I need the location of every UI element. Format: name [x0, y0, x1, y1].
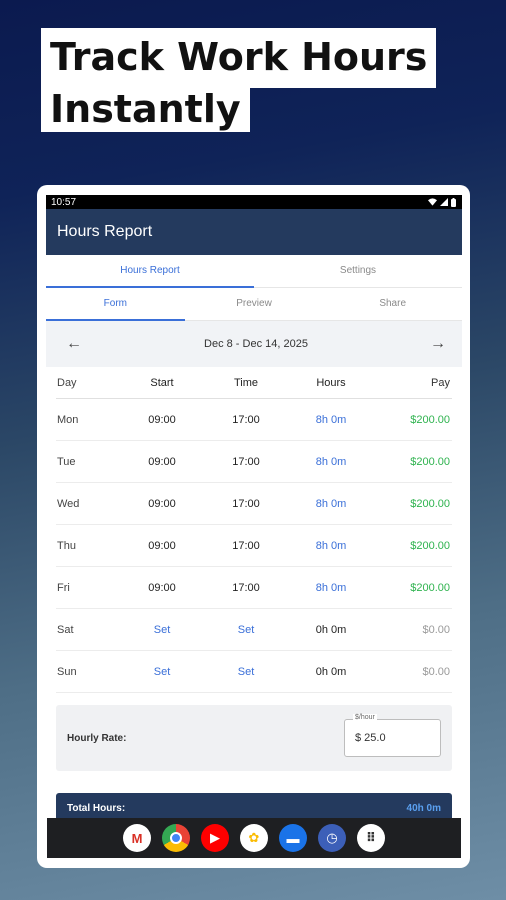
start-time-cell[interactable]: 09:00 [116, 582, 208, 594]
hours-cell: 0h 0m [315, 665, 347, 678]
col-header-pay: Pay [431, 376, 450, 389]
hourly-rate-field-legend: $/hour [353, 714, 377, 721]
pay-cell: $200.00 [410, 539, 450, 552]
tab-settings[interactable]: Settings [254, 255, 462, 287]
start-time-cell[interactable]: 09:00 [116, 498, 208, 510]
start-time-cell[interactable]: 09:00 [116, 414, 208, 426]
app-dock: M ▶ ✿ ▬ ◷ ⠿ [47, 818, 461, 858]
subtab-form[interactable]: Form [46, 288, 185, 321]
table-row: Thu 09:00 17:00 8h 0m $200.00 [56, 525, 452, 567]
arrow-right-icon[interactable]: → [428, 335, 448, 353]
day-cell: Wed [57, 497, 80, 510]
start-time-cell[interactable]: 09:00 [116, 456, 208, 468]
set-start-button[interactable]: Set [116, 624, 208, 636]
end-time-cell[interactable]: 17:00 [208, 582, 284, 594]
hourly-rate-value: $ 25.0 [355, 732, 386, 744]
hourly-rate-card: Hourly Rate: $/hour $ 25.0 [56, 705, 452, 771]
table-header: Day Start Time Hours Pay [56, 367, 452, 399]
messages-icon[interactable]: ▬ [279, 824, 307, 852]
pay-cell: $200.00 [410, 413, 450, 426]
day-cell: Sun [57, 665, 77, 678]
col-header-time: Time [233, 376, 259, 389]
end-time-cell[interactable]: 17:00 [208, 498, 284, 510]
battery-icon [451, 197, 456, 207]
week-range: Dec 8 - Dec 14, 2025 [204, 338, 308, 350]
youtube-icon[interactable]: ▶ [201, 824, 229, 852]
col-header-day: Day [57, 376, 77, 389]
table-row: Mon 09:00 17:00 8h 0m $200.00 [56, 399, 452, 441]
hours-cell: 8h 0m [315, 455, 347, 468]
hours-cell: 8h 0m [315, 539, 347, 552]
status-time: 10:57 [51, 196, 77, 208]
signal-icon [440, 198, 448, 206]
start-time-cell[interactable]: 09:00 [116, 540, 208, 552]
hours-cell: 8h 0m [315, 413, 347, 426]
col-header-hours: Hours [316, 376, 346, 389]
app-bar: Hours Report [46, 209, 462, 255]
pay-cell: $200.00 [410, 497, 450, 510]
pay-cell: $0.00 [422, 665, 450, 678]
subtab-preview[interactable]: Preview [185, 288, 324, 320]
end-time-cell[interactable]: 17:00 [208, 414, 284, 426]
device-frame: 10:57 Hours Report Hours Report Settings… [37, 185, 470, 868]
set-end-button[interactable]: Set [208, 666, 284, 678]
headline-line-2: Instantly [41, 86, 250, 132]
hourly-rate-label: Hourly Rate: [67, 732, 127, 744]
end-time-cell[interactable]: 17:00 [208, 456, 284, 468]
day-cell: Thu [57, 539, 76, 552]
wifi-icon [428, 198, 437, 206]
day-cell: Fri [57, 581, 70, 594]
set-start-button[interactable]: Set [116, 666, 208, 678]
week-navigator: ← Dec 8 - Dec 14, 2025 → [46, 321, 462, 367]
hours-cell: 0h 0m [315, 623, 347, 636]
app-drawer-icon[interactable]: ⠿ [357, 824, 385, 852]
main-tabs: Hours Report Settings [46, 255, 462, 288]
end-time-cell[interactable]: 17:00 [208, 540, 284, 552]
day-cell: Tue [57, 455, 76, 468]
table-row: Wed 09:00 17:00 8h 0m $200.00 [56, 483, 452, 525]
hours-cell: 8h 0m [315, 497, 347, 510]
total-hours-label: Total Hours: [67, 803, 126, 814]
chrome-icon[interactable] [162, 824, 190, 852]
status-bar: 10:57 [46, 195, 462, 209]
col-header-start: Start [150, 376, 174, 389]
app-title: Hours Report [57, 223, 153, 240]
clock-icon[interactable]: ◷ [318, 824, 346, 852]
table-row: Tue 09:00 17:00 8h 0m $200.00 [56, 441, 452, 483]
total-hours-value: 40h 0m [406, 803, 441, 814]
day-cell: Mon [57, 413, 79, 426]
set-end-button[interactable]: Set [208, 624, 284, 636]
pay-cell: $200.00 [410, 581, 450, 594]
table-row: Sat Set Set 0h 0m $0.00 [56, 609, 452, 651]
photos-icon[interactable]: ✿ [240, 824, 268, 852]
hourly-rate-input[interactable]: $/hour $ 25.0 [344, 714, 441, 757]
pay-cell: $0.00 [422, 623, 450, 636]
headline-line-1: Track Work Hours [41, 28, 437, 88]
sub-tabs: Form Preview Share [46, 288, 462, 321]
tab-hours-report[interactable]: Hours Report [46, 255, 254, 288]
table-row: Sun Set Set 0h 0m $0.00 [56, 651, 452, 693]
arrow-left-icon[interactable]: ← [64, 335, 84, 353]
pay-cell: $200.00 [410, 455, 450, 468]
gmail-icon[interactable]: M [123, 824, 151, 852]
subtab-share[interactable]: Share [323, 288, 462, 320]
hours-cell: 8h 0m [315, 581, 347, 594]
day-cell: Sat [57, 623, 74, 636]
app-screen: 10:57 Hours Report Hours Report Settings… [46, 195, 462, 855]
hours-table: Day Start Time Hours Pay Mon 09:00 17:00… [46, 367, 462, 693]
table-row: Fri 09:00 17:00 8h 0m $200.00 [56, 567, 452, 609]
